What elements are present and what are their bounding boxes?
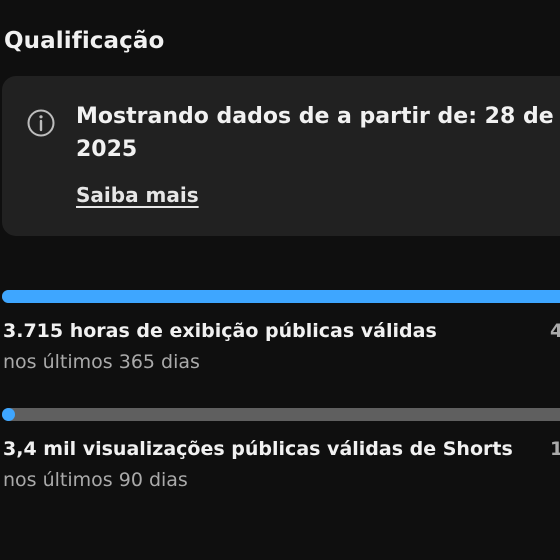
watch-hours-label: 3.715 horas de exibição públicas válidas	[3, 320, 437, 342]
watch-hours-progress-bar	[2, 290, 560, 303]
shorts-views-progress-dot	[2, 408, 15, 421]
watch-hours-target: 4	[550, 320, 560, 342]
info-message: Mostrando dados de a partir de: 28 de ou…	[76, 104, 560, 162]
shorts-views-progress-bar	[2, 408, 560, 421]
shorts-views-target: 1	[550, 438, 560, 460]
shorts-views-metric: 3,4 mil visualizações públicas válidas d…	[2, 408, 560, 491]
info-icon	[26, 108, 56, 138]
watch-hours-progress-fill	[2, 290, 560, 303]
watch-hours-period: nos últimos 365 dias	[3, 351, 200, 373]
section-title: Qualificação	[4, 28, 165, 54]
qualification-page: Qualificação Mostrando dados de a partir…	[0, 0, 560, 560]
info-card: Mostrando dados de a partir de: 28 de ou…	[2, 76, 560, 236]
shorts-views-period: nos últimos 90 dias	[3, 469, 188, 491]
learn-more-link[interactable]: Saiba mais	[76, 183, 199, 207]
watch-hours-metric: 3.715 horas de exibição públicas válidas…	[2, 290, 560, 373]
shorts-views-label: 3,4 mil visualizações públicas válidas d…	[3, 438, 513, 460]
